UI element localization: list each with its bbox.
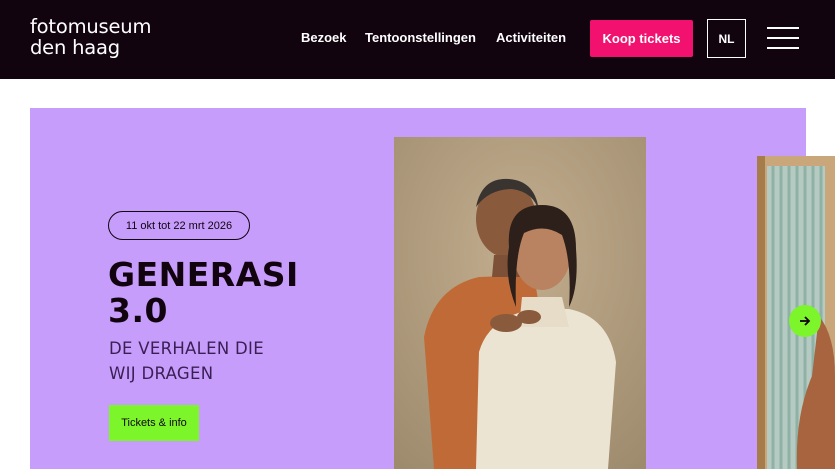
hamburger-icon[interactable] bbox=[767, 26, 799, 50]
site-header: fotomuseum den haag Bezoek Tentoonstelli… bbox=[0, 0, 835, 79]
logo-line-1: fotomuseum bbox=[30, 15, 152, 38]
title-line-1: GENERASI bbox=[108, 255, 299, 294]
subtitle-line-1: DE VERHALEN DIE bbox=[109, 339, 264, 358]
page-edge bbox=[0, 79, 3, 107]
site-logo[interactable]: fotomuseum den haag bbox=[30, 16, 151, 58]
subtitle-line-2: WIJ DRAGEN bbox=[109, 364, 214, 383]
nav-link-tentoonstellingen[interactable]: Tentoonstellingen bbox=[365, 30, 476, 45]
nav-link-activiteiten[interactable]: Activiteiten bbox=[496, 30, 566, 45]
language-switch-button[interactable]: NL bbox=[707, 19, 746, 58]
title-line-2: 3.0 bbox=[108, 291, 168, 330]
buy-tickets-button[interactable]: Koop tickets bbox=[590, 20, 693, 57]
exhibition-slide: 11 okt tot 22 mrt 2026 GENERASI 3.0 DE V… bbox=[30, 108, 806, 469]
logo-line-2: den haag bbox=[30, 36, 120, 59]
tickets-info-button[interactable]: Tickets & info bbox=[109, 405, 199, 441]
exhibition-subtitle: DE VERHALEN DIE WIJ DRAGEN bbox=[109, 336, 329, 386]
arrow-right-icon[interactable] bbox=[789, 305, 821, 337]
exhibition-title: GENERASI 3.0 bbox=[108, 257, 368, 329]
exhibition-date-badge: 11 okt tot 22 mrt 2026 bbox=[108, 211, 250, 240]
nav-link-bezoek[interactable]: Bezoek bbox=[301, 30, 347, 45]
exhibition-photo[interactable] bbox=[394, 137, 646, 469]
